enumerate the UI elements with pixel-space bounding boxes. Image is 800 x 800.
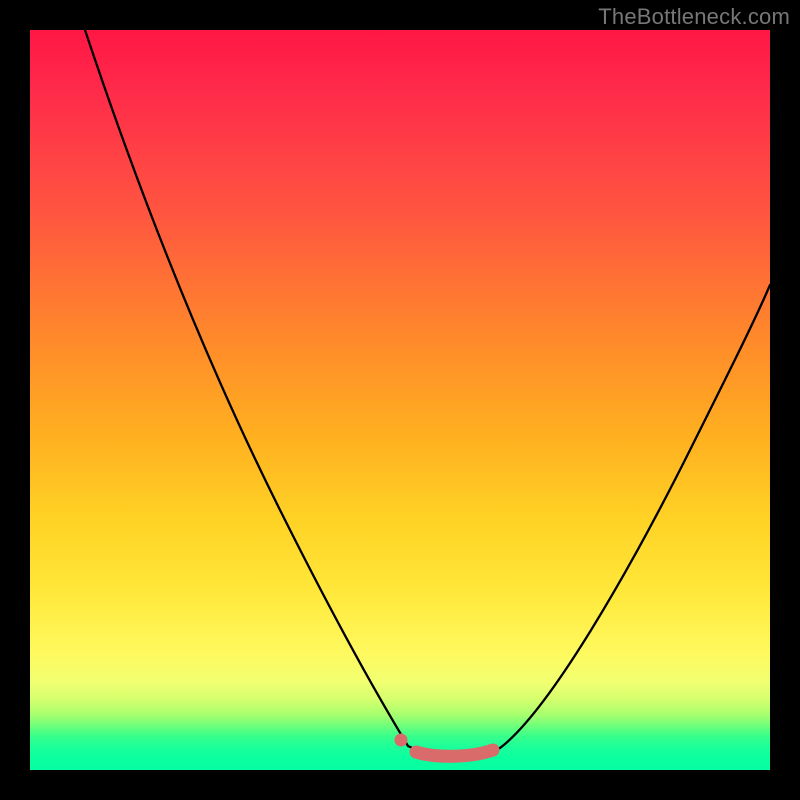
watermark-text: TheBottleneck.com (598, 4, 790, 30)
curve-left-branch (85, 30, 408, 746)
chart-frame: TheBottleneck.com (0, 0, 800, 800)
curve-right-branch (500, 285, 770, 748)
accent-dot (395, 734, 408, 747)
accent-valley-segment (416, 750, 493, 756)
plot-area (30, 30, 770, 770)
bottleneck-curve (30, 30, 770, 770)
